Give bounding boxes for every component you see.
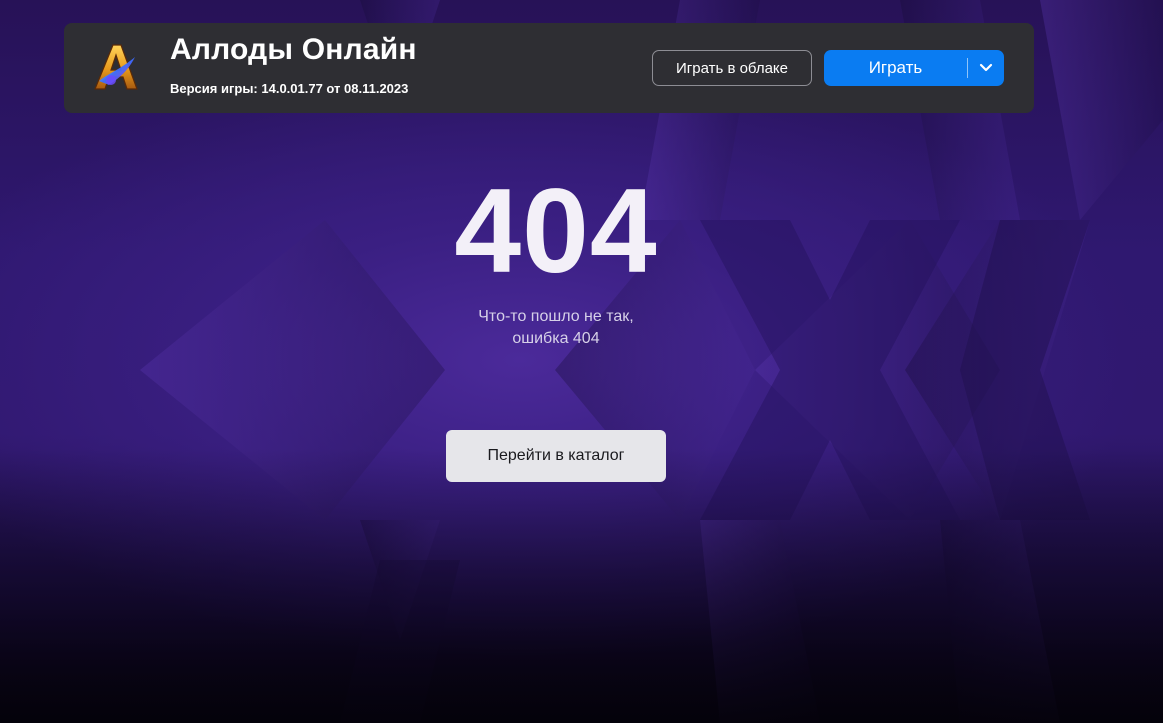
game-version: Версия игры: 14.0.01.77 от 08.11.2023 [170,81,409,96]
allods-logo-icon [91,43,141,93]
play-button[interactable]: Играть [824,50,1004,86]
error-message-line-1: Что-то пошло не так, [478,308,634,325]
game-header: Аллоды Онлайн Версия игры: 14.0.01.77 от… [64,23,1034,113]
error-code: 404 [454,164,658,298]
play-in-cloud-button[interactable]: Играть в облаке [652,50,812,86]
error-message: Что-то пошло не так, ошибка 404 [0,306,1112,350]
error-message-line-2: ошибка 404 [512,330,600,347]
go-to-catalog-button[interactable]: Перейти в каталог [446,430,666,482]
chevron-down-icon [979,63,993,72]
play-button-label: Играть [868,58,923,77]
game-title: Аллоды Онлайн [170,33,417,66]
play-options-dropdown[interactable] [968,50,1004,86]
